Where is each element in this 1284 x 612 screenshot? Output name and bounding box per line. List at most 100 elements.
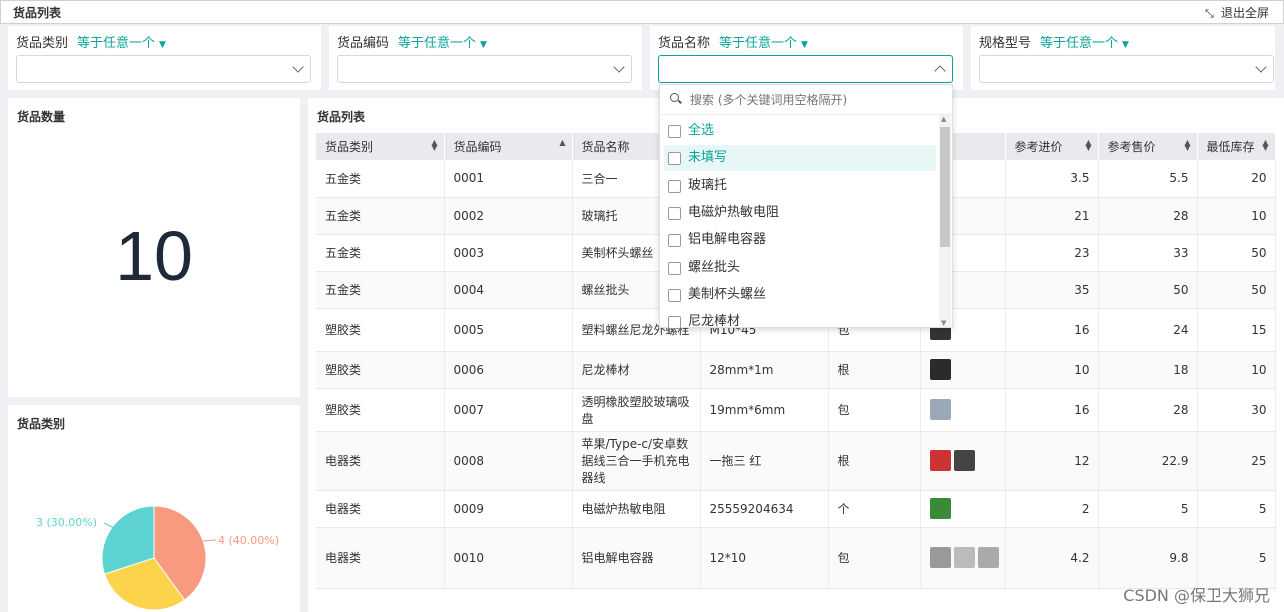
- dropdown-option[interactable]: 铝电解电容器: [664, 227, 936, 253]
- table-cell: 0007: [444, 388, 573, 432]
- table-cell: 9.8: [1098, 527, 1198, 589]
- dropdown-option[interactable]: 美制杯头螺丝: [664, 282, 936, 308]
- table-cell: 根: [828, 351, 921, 389]
- table-cell: 25559204634: [700, 490, 829, 528]
- table-cell: 12*10: [700, 527, 829, 589]
- checkbox[interactable]: [668, 125, 681, 138]
- caret-down-icon: ▼: [1122, 40, 1129, 50]
- sort-icon[interactable]: ▲ ▼: [1184, 139, 1190, 152]
- column-header[interactable]: 参考进价 ▲ ▼: [1005, 133, 1099, 160]
- product-thumbnail[interactable]: [929, 450, 951, 471]
- table-cell: 28: [1098, 197, 1198, 235]
- table-cell: 五金类: [316, 271, 445, 309]
- option-label: 未填写: [688, 150, 728, 166]
- table-row[interactable]: 电器类 0009 电磁炉热敏电阻 25559204634 个 2 5 5: [316, 490, 1276, 528]
- product-thumbnail[interactable]: [977, 547, 999, 568]
- table-cell: 25: [1197, 431, 1276, 491]
- dropdown-option[interactable]: 未填写: [664, 145, 936, 172]
- checkbox[interactable]: [668, 152, 681, 166]
- collapse-icon: ⤡: [1204, 7, 1214, 20]
- table-cell: 23: [1005, 234, 1099, 272]
- table-cell: 28mm*1m: [700, 351, 829, 389]
- count-panel-title: 货品数量: [17, 110, 66, 124]
- caret-down-icon: ▼: [801, 40, 808, 50]
- sort-icon[interactable]: ▲ ▼: [1085, 139, 1091, 152]
- table-cell: [920, 388, 1006, 432]
- dropdown-option[interactable]: 玻璃托: [664, 173, 936, 199]
- table-cell: 0009: [444, 490, 573, 528]
- caret-down-icon: ▼: [480, 40, 487, 50]
- option-label: 螺丝批头: [688, 259, 741, 275]
- table-cell: 21: [1005, 197, 1099, 235]
- checkbox[interactable]: [668, 206, 681, 220]
- checkbox[interactable]: [668, 261, 681, 275]
- product-thumbnail[interactable]: [929, 399, 951, 420]
- table-cell: 0008: [444, 431, 573, 491]
- product-thumbnail[interactable]: [929, 359, 951, 380]
- dropdown-option[interactable]: 尼龙棒材: [664, 309, 936, 335]
- scroll-up-icon[interactable]: ▲: [941, 115, 946, 123]
- item-count-value: 10: [115, 217, 193, 295]
- product-thumbnail[interactable]: [953, 450, 975, 471]
- table-row[interactable]: 塑胶类 0007 透明橡胶塑胶玻璃吸盘 19mm*6mm 包 16 28 30: [316, 388, 1276, 432]
- table-cell: 一拖三 红: [700, 431, 829, 491]
- table-cell: 15: [1197, 308, 1276, 352]
- table-row[interactable]: 电器类 0010 铝电解电容器 12*10 包 4.2 9.8 5: [316, 527, 1276, 589]
- sort-icon[interactable]: ▲: [559, 139, 565, 150]
- option-label: 全选: [688, 123, 715, 138]
- filter-label: 规格型号: [979, 36, 1032, 51]
- search-input[interactable]: [690, 91, 940, 109]
- dropdown-option[interactable]: 全选: [664, 118, 936, 144]
- sort-icon[interactable]: ▲ ▼: [431, 139, 437, 152]
- column-header[interactable]: 参考售价 ▲ ▼: [1098, 133, 1198, 160]
- dropdown-option[interactable]: 电磁炉热敏电阻: [664, 200, 936, 226]
- column-header[interactable]: 最低库存 ▲ ▼: [1197, 133, 1276, 160]
- checkbox[interactable]: [668, 288, 681, 302]
- table-cell: 19mm*6mm: [700, 388, 829, 432]
- pie-label: 3 (30.00%): [36, 516, 97, 529]
- product-thumbnail[interactable]: [953, 547, 975, 568]
- table-cell: 苹果/Type-c/安卓数据线三合一手机充电器线: [572, 431, 701, 491]
- checkbox[interactable]: [668, 316, 681, 330]
- filter-select[interactable]: [16, 55, 311, 83]
- table-cell: 0010: [444, 527, 573, 589]
- table-cell: 五金类: [316, 160, 445, 198]
- table-cell: [920, 527, 1006, 589]
- column-header[interactable]: 货品编码 ▲: [444, 133, 573, 160]
- filter-operator-dropdown[interactable]: 等于任意一个 ▼: [77, 32, 166, 51]
- filter-operator-dropdown[interactable]: 等于任意一个 ▼: [398, 32, 487, 51]
- table-cell: 透明橡胶塑胶玻璃吸盘: [572, 388, 701, 432]
- table-row[interactable]: 塑胶类 0006 尼龙棒材 28mm*1m 根 10 18 10: [316, 351, 1276, 389]
- table-cell: 10: [1005, 351, 1099, 389]
- filter-operator-dropdown[interactable]: 等于任意一个 ▼: [1040, 32, 1129, 51]
- product-thumbnail[interactable]: [929, 498, 951, 519]
- dropdown-option[interactable]: 螺丝批头: [664, 255, 936, 281]
- pie-label: 4 (40.00%): [218, 534, 279, 547]
- exit-fullscreen-label: 退出全屏: [1220, 6, 1269, 20]
- chevron-down-icon: [1255, 61, 1267, 73]
- filter-operator-dropdown[interactable]: 等于任意一个 ▼: [719, 32, 808, 51]
- filter-label: 货品名称: [658, 36, 711, 51]
- table-cell: [920, 490, 1006, 528]
- category-panel: 货品类别 4 (40.00%) 3 (30.00%): [8, 405, 300, 612]
- checkbox[interactable]: [668, 234, 681, 248]
- scroll-down-icon[interactable]: ▼: [941, 319, 946, 327]
- exit-fullscreen-button[interactable]: ⤡ 退出全屏: [1205, 4, 1269, 21]
- filter-select[interactable]: [979, 55, 1274, 83]
- table-cell: 五金类: [316, 197, 445, 235]
- filter-select[interactable]: [337, 55, 632, 83]
- dropdown-scrollbar[interactable]: ▲ ▼: [939, 115, 951, 327]
- search-icon: [670, 93, 679, 102]
- table-row[interactable]: 电器类 0008 苹果/Type-c/安卓数据线三合一手机充电器线 一拖三 红根 12 2…: [316, 431, 1276, 491]
- table-cell: 18: [1098, 351, 1198, 389]
- checkbox[interactable]: [668, 179, 681, 193]
- column-header[interactable]: 货品类别 ▲ ▼: [316, 133, 445, 160]
- table-cell: 30: [1197, 388, 1276, 432]
- table-cell: 24: [1098, 308, 1198, 352]
- sort-icon[interactable]: ▲ ▼: [1262, 139, 1268, 152]
- chevron-up-icon: [934, 65, 946, 77]
- scrollbar-thumb[interactable]: [940, 127, 950, 247]
- table-cell: [920, 431, 1006, 491]
- filter-select[interactable]: [658, 55, 953, 83]
- product-thumbnail[interactable]: [929, 547, 951, 568]
